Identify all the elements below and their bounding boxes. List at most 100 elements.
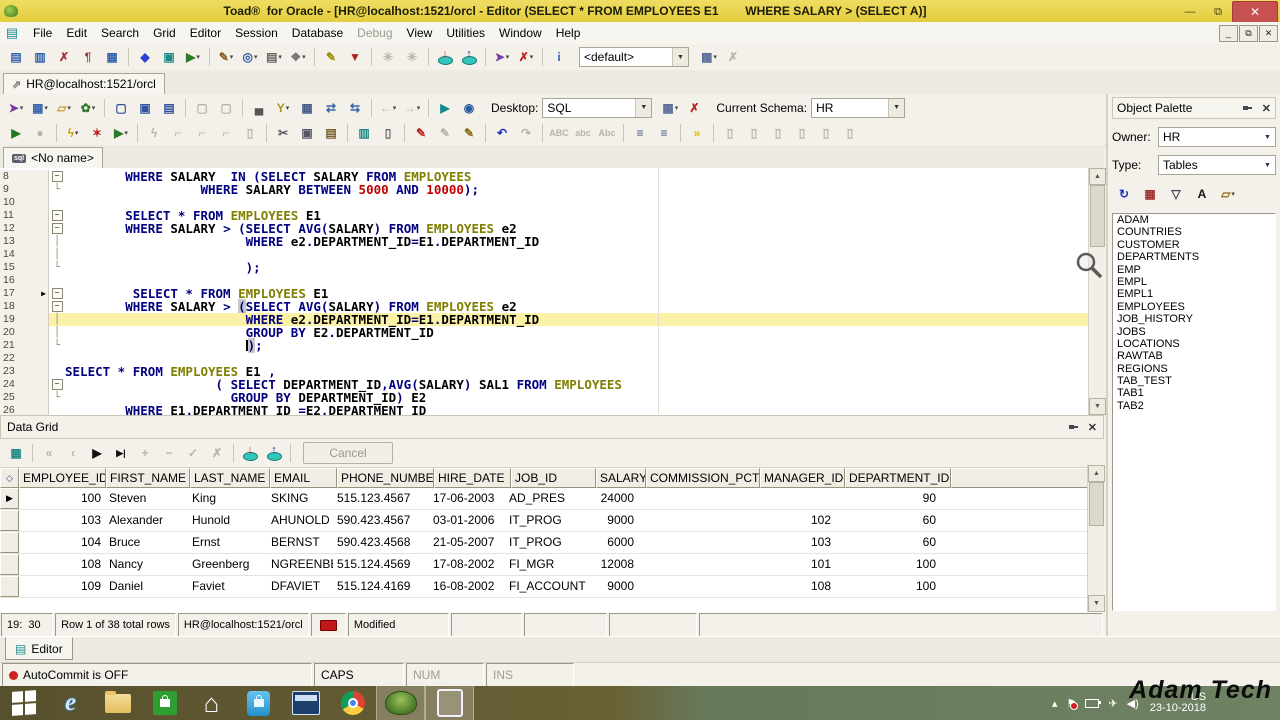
cell-hire_date[interactable]: 17-08-2002 (429, 554, 505, 575)
cell-employee_id[interactable]: 100 (19, 488, 105, 509)
fold-toggle-icon[interactable]: − (51, 379, 63, 390)
cell-hire_date[interactable]: 21-05-2007 (429, 532, 505, 553)
list-item-tab2[interactable]: TAB2 (1113, 400, 1275, 412)
taskbar-app-window-app-icon[interactable] (425, 686, 474, 720)
grid-vscrollbar[interactable]: ▲ ▼ (1087, 465, 1105, 612)
commit-icon[interactable]: ↓ (238, 442, 262, 464)
cell-job_id[interactable]: AD_PRES (505, 488, 589, 509)
cell-first_name[interactable]: Bruce (105, 532, 188, 553)
table-row[interactable]: 104 Bruce Ernst BERNST 590.423.4568 21-05-200… (0, 532, 1104, 554)
list-item-adam[interactable]: ADAM (1113, 214, 1275, 226)
editor-gutter[interactable]: 23 (0, 365, 49, 378)
list-item-rawtab[interactable]: RAWTAB (1113, 350, 1275, 362)
replace-icon[interactable]: ✎ (457, 122, 481, 144)
menu-item-search[interactable]: Search (94, 23, 146, 43)
cell-manager_id[interactable] (751, 488, 835, 509)
editor-gutter[interactable]: 11 (0, 209, 49, 222)
cell-first_name[interactable]: Alexander (105, 510, 188, 531)
cell-phone_number[interactable]: 515.124.4169 (333, 576, 429, 597)
cell-commission_pct[interactable] (638, 576, 751, 597)
editor-gutter[interactable]: 21 (0, 339, 49, 352)
save-all-icon[interactable]: ▤ (157, 97, 181, 119)
cell-salary[interactable]: 24000 (589, 488, 638, 509)
toad-insight-icon[interactable]: ✿ ▾ (76, 97, 100, 119)
list-item-countries[interactable]: COUNTRIES (1113, 226, 1275, 238)
cancel-run-icon[interactable]: ✗ ▾ (514, 46, 538, 68)
taskbar-app-file-explorer-icon[interactable] (94, 686, 141, 720)
table-row[interactable]: 109 Daniel Faviet DFAVIET 515.124.4169 16-08-… (0, 576, 1104, 598)
beautify-icon[interactable]: Y ▾ (271, 97, 295, 119)
team-coding-icon[interactable]: ◆ (133, 46, 157, 68)
menu-item-window[interactable]: Window (492, 23, 549, 43)
cell-salary[interactable]: 6000 (589, 532, 638, 553)
cell-employee_id[interactable]: 104 (19, 532, 105, 553)
editor-gutter[interactable]: 8 (0, 170, 49, 183)
airplane-mode-icon[interactable]: ✈ (1108, 697, 1117, 710)
cut-icon[interactable]: ✂ (271, 122, 295, 144)
chevron-down-icon[interactable]: ▼ (1260, 156, 1275, 174)
taskbar-app-lenovo-icon[interactable] (282, 686, 329, 720)
paste-icon[interactable]: ▤ (319, 122, 343, 144)
fast-forward-icon[interactable]: » (685, 122, 709, 144)
log-icon[interactable]: ✎ (319, 46, 343, 68)
menu-item-view[interactable]: View (400, 23, 440, 43)
list-item-jobs[interactable]: JOBS (1113, 326, 1275, 338)
open-file-icon[interactable]: ▱ ▾ (52, 97, 76, 119)
cell-employee_id[interactable]: 108 (19, 554, 105, 575)
editor-line-13[interactable]: 13 │ WHERE e2.DEPARTMENT_ID=E1.DEPARTMENT… (0, 235, 1088, 248)
pin-icon[interactable] (1242, 103, 1252, 113)
step-run-icon[interactable]: ▶ ▾ (109, 122, 133, 144)
mdi-minimize-button[interactable]: _ (1219, 24, 1238, 42)
editor-line-15[interactable]: 15 └ ); (0, 261, 1088, 274)
navigator-icon[interactable]: ➤ ▾ (490, 46, 514, 68)
objects-view-icon[interactable]: ▦ (1138, 183, 1162, 205)
cell-last_name[interactable]: Greenberg (188, 554, 267, 575)
table-row[interactable]: 103 Alexander Hunold AHUNOLD 590.423.4567 03-… (0, 510, 1104, 532)
minimize-button[interactable]: — (1176, 3, 1204, 21)
column-header-manager_id[interactable]: MANAGER_ID (760, 468, 845, 488)
editor-file-tab[interactable]: sql <No name> (3, 147, 103, 168)
type-combo[interactable]: Tables ▼ (1158, 155, 1276, 175)
editor-gutter[interactable]: 20 (0, 326, 49, 339)
editor-gutter[interactable]: 9 (0, 183, 49, 196)
schema-browser-icon[interactable]: ▦ (100, 46, 124, 68)
cell-phone_number[interactable]: 590.423.4568 (333, 532, 429, 553)
undo-icon[interactable]: ↶ (490, 122, 514, 144)
list-item-empl[interactable]: EMPL (1113, 276, 1275, 288)
list-item-regions[interactable]: REGIONS (1113, 363, 1275, 375)
editor-gutter[interactable]: 19 (0, 313, 49, 326)
calculator-icon[interactable]: ▦ (295, 97, 319, 119)
chevron-down-icon[interactable]: ▼ (888, 98, 905, 117)
editor-line-21[interactable]: 21 └ ); (0, 338, 1088, 353)
fold-toggle-icon[interactable]: − (51, 223, 63, 234)
column-header-phone_number[interactable]: PHONE_NUMBER (337, 468, 434, 488)
menu-item-grid[interactable]: Grid (146, 23, 183, 43)
cell-salary[interactable]: 9000 (589, 576, 638, 597)
end-connection-icon[interactable]: ✗ (52, 46, 76, 68)
close-panel-icon[interactable]: ✕ (1262, 102, 1271, 115)
editor-gutter[interactable]: 16 (0, 274, 49, 287)
list-item-empl1[interactable]: EMPL1 (1113, 288, 1275, 300)
cell-email[interactable]: AHUNOLD (267, 510, 333, 531)
next-record-icon[interactable]: ▶ (85, 442, 109, 464)
cell-department_id[interactable]: 100 (835, 554, 940, 575)
editor-gutter[interactable]: 24 (0, 378, 49, 391)
mdi-close-button[interactable]: ✕ (1259, 24, 1278, 42)
grid-scroll-thumb[interactable] (1089, 482, 1104, 526)
taskbar-app-home-icon[interactable]: ⌂ (188, 686, 235, 720)
taskbar-app-toad-icon[interactable] (376, 686, 425, 720)
print-icon[interactable]: ▄ (247, 97, 271, 119)
connection-tab[interactable]: ⇗ HR@localhost:1521/orcl (3, 73, 165, 94)
editor-line-9[interactable]: 9 └ WHERE SALARY BETWEEN 5000 AND 10000); (0, 183, 1088, 196)
cell-last_name[interactable]: Ernst (188, 532, 267, 553)
tray-expand-icon[interactable]: ▴ (1052, 697, 1058, 710)
cell-hire_date[interactable]: 17-06-2003 (429, 488, 505, 509)
cell-email[interactable]: BERNST (267, 532, 333, 553)
cell-employee_id[interactable]: 103 (19, 510, 105, 531)
column-header-job_id[interactable]: JOB_ID (511, 468, 596, 488)
scroll-up-icon[interactable]: ▲ (1088, 465, 1105, 482)
cell-job_id[interactable]: FI_ACCOUNT (505, 576, 589, 597)
table-row[interactable]: ▶ 100 Steven King SKING 515.123.4567 17-06-200… (0, 488, 1104, 510)
rollback-icon[interactable]: ↑ (457, 46, 481, 68)
battery-icon[interactable] (1085, 698, 1102, 708)
